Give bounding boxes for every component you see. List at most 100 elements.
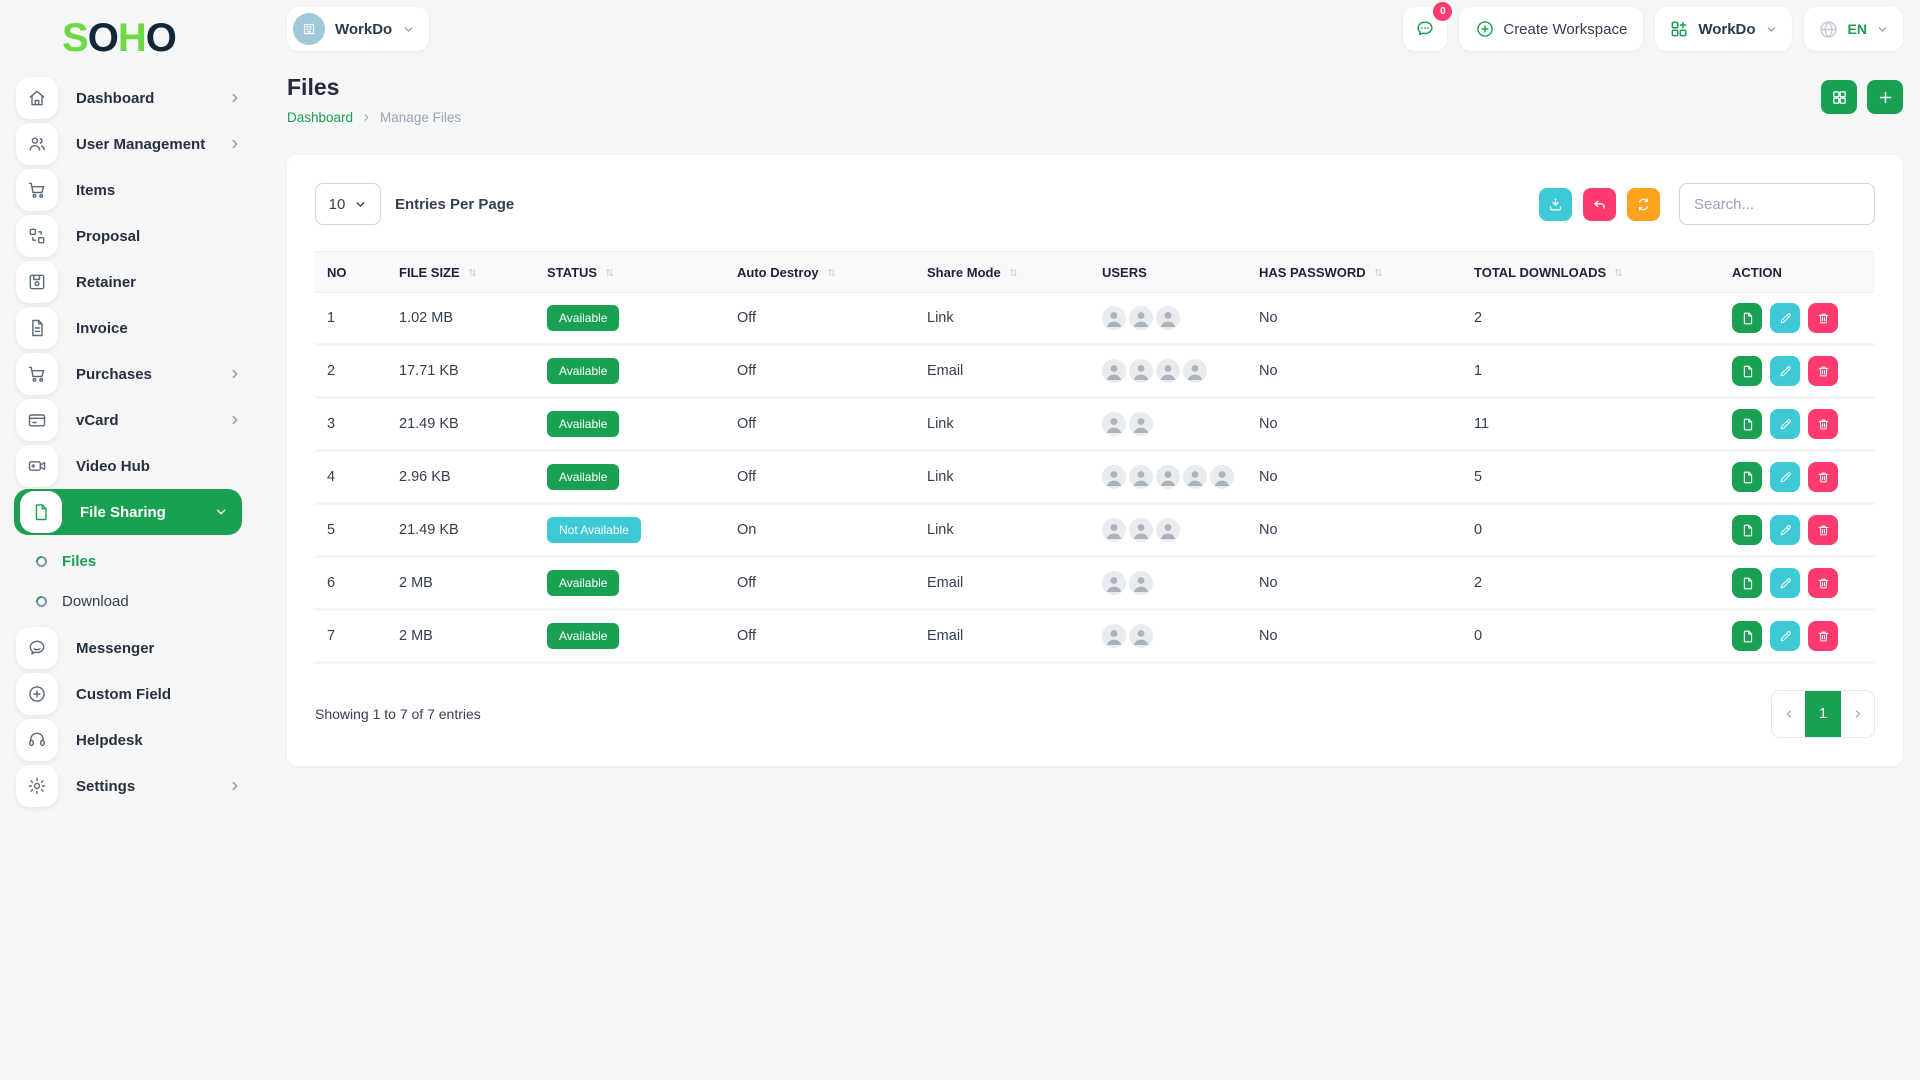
column-header-has-password[interactable]: HAS PASSWORD (1247, 265, 1462, 280)
delete-file-button[interactable] (1808, 356, 1838, 386)
sidebar-item-video-hub[interactable]: Video Hub (0, 443, 260, 489)
add-file-button[interactable] (1867, 80, 1903, 114)
edit-file-button[interactable] (1770, 568, 1800, 598)
user-avatar[interactable] (1156, 518, 1180, 542)
column-header-file-size[interactable]: FILE SIZE (387, 265, 535, 280)
sidebar-item-dashboard[interactable]: Dashboard (0, 75, 260, 121)
sidebar-subitem-files[interactable]: Files (0, 541, 260, 581)
sort-icon[interactable] (603, 266, 616, 279)
messages-button[interactable]: 0 (1403, 7, 1447, 51)
user-avatar[interactable] (1210, 465, 1234, 489)
edit-file-button[interactable] (1770, 409, 1800, 439)
sidebar-item-custom-field[interactable]: Custom Field (0, 671, 260, 717)
delete-file-button[interactable] (1808, 621, 1838, 651)
view-file-button[interactable] (1732, 356, 1762, 386)
sidebar-item-invoice[interactable]: Invoice (0, 305, 260, 351)
column-header-auto-destroy[interactable]: Auto Destroy (725, 265, 915, 280)
user-avatar[interactable] (1102, 465, 1126, 489)
row-actions (1732, 356, 1838, 386)
sort-icon[interactable] (1612, 266, 1625, 279)
edit-file-button[interactable] (1770, 303, 1800, 333)
delete-file-button[interactable] (1808, 515, 1838, 545)
home-icon (16, 77, 58, 119)
sidebar-item-settings[interactable]: Settings (0, 763, 260, 809)
entries-per-page-select[interactable]: 10 (315, 183, 381, 225)
pagination-page-1[interactable]: 1 (1805, 691, 1841, 737)
view-file-button[interactable] (1732, 462, 1762, 492)
sidebar-item-messenger[interactable]: Messenger (0, 625, 260, 671)
create-workspace-button[interactable]: Create Workspace (1459, 7, 1643, 51)
sidebar-item-items[interactable]: Items (0, 167, 260, 213)
user-avatar[interactable] (1129, 518, 1153, 542)
sort-icon[interactable] (825, 266, 838, 279)
column-header-users: USERS (1090, 265, 1247, 280)
user-avatar[interactable] (1183, 465, 1207, 489)
sidebar-item-helpdesk[interactable]: Helpdesk (0, 717, 260, 763)
chat-bubble-icon (1414, 18, 1436, 40)
sidebar-item-proposal[interactable]: Proposal (0, 213, 260, 259)
pagination-next-button[interactable] (1841, 691, 1874, 737)
sidebar-item-vcard[interactable]: vCard (0, 397, 260, 443)
edit-file-button[interactable] (1770, 356, 1800, 386)
user-avatar[interactable] (1129, 306, 1153, 330)
user-avatar[interactable] (1102, 306, 1126, 330)
breadcrumb-dashboard-link[interactable]: Dashboard (287, 110, 353, 125)
sidebar-item-retainer[interactable]: Retainer (0, 259, 260, 305)
view-file-button[interactable] (1732, 568, 1762, 598)
user-avatar[interactable] (1102, 571, 1126, 595)
column-header-total-downloads[interactable]: TOTAL DOWNLOADS (1462, 265, 1720, 280)
delete-file-button[interactable] (1808, 568, 1838, 598)
user-avatar[interactable] (1129, 624, 1153, 648)
language-switcher[interactable]: EN (1804, 7, 1903, 51)
sidebar-item-user-management[interactable]: User Management (0, 121, 260, 167)
view-file-button[interactable] (1732, 515, 1762, 545)
sidebar-subitem-download[interactable]: Download (0, 581, 260, 621)
delete-file-button[interactable] (1808, 409, 1838, 439)
user-avatar[interactable] (1102, 624, 1126, 648)
column-header-share-mode[interactable]: Share Mode (915, 265, 1090, 280)
user-avatar[interactable] (1156, 306, 1180, 330)
delete-file-button[interactable] (1808, 303, 1838, 333)
pagination-prev-button[interactable] (1772, 691, 1805, 737)
user-avatar[interactable] (1156, 359, 1180, 383)
view-file-button[interactable] (1732, 303, 1762, 333)
edit-file-button[interactable] (1770, 462, 1800, 492)
card-footer: Showing 1 to 7 of 7 entries 1 (315, 690, 1875, 738)
logo-letter: O (88, 16, 118, 60)
reset-button[interactable] (1583, 188, 1616, 221)
sort-icon[interactable] (1007, 266, 1020, 279)
user-avatar[interactable] (1129, 465, 1153, 489)
cell-has-password: No (1247, 363, 1462, 379)
sidebar-item-purchases[interactable]: Purchases (0, 351, 260, 397)
sidebar-item-file-sharing[interactable]: File Sharing (14, 489, 242, 535)
view-file-button[interactable] (1732, 409, 1762, 439)
sidebar-item-label: Messenger (76, 640, 242, 657)
user-avatar[interactable] (1129, 412, 1153, 436)
refresh-button[interactable] (1627, 188, 1660, 221)
edit-file-button[interactable] (1770, 515, 1800, 545)
workspace-switcher[interactable]: WorkDo (287, 7, 429, 51)
user-avatar[interactable] (1129, 571, 1153, 595)
export-button[interactable] (1539, 188, 1572, 221)
cell-total-downloads: 0 (1462, 522, 1720, 538)
user-avatar[interactable] (1129, 359, 1153, 383)
cell-total-downloads: 5 (1462, 469, 1720, 485)
user-avatar[interactable] (1183, 359, 1207, 383)
sidebar-item-label: User Management (76, 136, 228, 153)
delete-file-button[interactable] (1808, 462, 1838, 492)
search-input[interactable] (1679, 183, 1875, 225)
soho-logo[interactable]: SOHO (0, 10, 260, 75)
app-menu[interactable]: WorkDo (1655, 7, 1791, 51)
sort-icon[interactable] (1372, 266, 1385, 279)
user-avatar[interactable] (1102, 412, 1126, 436)
grid-view-button[interactable] (1821, 80, 1857, 114)
view-file-button[interactable] (1732, 621, 1762, 651)
sort-icon[interactable] (466, 266, 479, 279)
user-avatar[interactable] (1102, 518, 1126, 542)
user-avatar[interactable] (1102, 359, 1126, 383)
column-header-status[interactable]: STATUS (535, 265, 725, 280)
edit-file-button[interactable] (1770, 621, 1800, 651)
row-actions (1732, 303, 1838, 333)
user-avatar[interactable] (1156, 465, 1180, 489)
row-actions (1732, 515, 1838, 545)
